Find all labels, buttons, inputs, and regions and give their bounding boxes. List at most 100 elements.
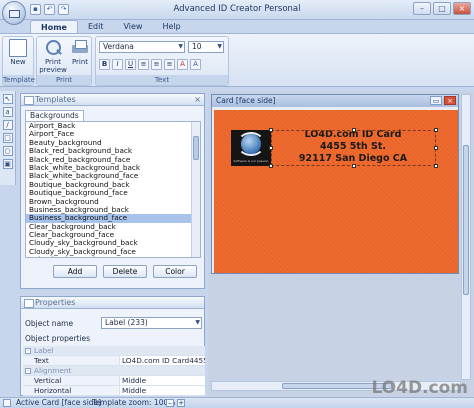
resize-handle[interactable]: [269, 164, 273, 168]
tab-help[interactable]: Help: [152, 20, 190, 34]
property-value[interactable]: LO4D.com ID Card4455 5th S: [119, 356, 205, 365]
new-label: New: [10, 58, 26, 66]
color-button[interactable]: Color: [153, 265, 197, 278]
delete-button[interactable]: Delete: [103, 265, 147, 278]
resize-handle[interactable]: [434, 146, 438, 150]
tab-backgrounds[interactable]: Backgrounds: [25, 110, 84, 121]
italic-button[interactable]: I: [112, 59, 123, 70]
scroll-thumb[interactable]: [463, 145, 469, 295]
chevron-down-icon: ▼: [195, 319, 200, 326]
underline-button[interactable]: U: [125, 59, 136, 70]
property-row[interactable]: Vertical Middle: [23, 376, 205, 386]
property-row[interactable]: Horizontal Middle: [23, 386, 205, 396]
pen-icon[interactable]: /: [2, 120, 13, 130]
print-preview-button[interactable]: Print preview: [39, 38, 67, 74]
image-icon[interactable]: ▣: [2, 159, 13, 169]
templates-panel: Templates × Backgrounds Airport_Back Airp…: [20, 93, 205, 289]
printer-icon: [71, 39, 89, 57]
refresh-arrows-icon: [237, 132, 265, 156]
card-close-button[interactable]: ×: [444, 96, 456, 105]
id-card-face[interactable]: Software is our passion LO4D.com ID Card…: [214, 110, 458, 273]
resize-handle[interactable]: [434, 164, 438, 168]
bold-button[interactable]: B: [99, 59, 110, 70]
print-group: Print preview Print Print: [36, 36, 92, 86]
backgrounds-list[interactable]: Airport_Back Airport_Face Beauty_backgroun…: [25, 121, 201, 258]
collapse-icon[interactable]: –: [25, 368, 31, 374]
maximize-button[interactable]: □: [433, 2, 451, 15]
property-grid[interactable]: –LabelTextLO4D.com ID Card4455 5th S–Ali…: [23, 346, 205, 396]
font-family-value: Verdana: [103, 42, 134, 51]
minimize-button[interactable]: –: [413, 2, 431, 15]
property-key: Alignment: [34, 366, 72, 375]
object-name-label: Object name: [25, 319, 74, 328]
templates-panel-header: Templates ×: [21, 94, 204, 106]
align-center-button[interactable]: ≡: [151, 59, 162, 70]
resize-handle[interactable]: [269, 128, 273, 132]
template-group: New Template: [2, 36, 35, 86]
card-window-controls: ▭ ×: [430, 96, 456, 105]
list-scrollbar[interactable]: [191, 122, 200, 257]
resize-handle[interactable]: [352, 164, 356, 168]
text-icon[interactable]: a: [2, 107, 13, 117]
template-group-label: Template: [3, 75, 35, 85]
ellipse-icon[interactable]: ○: [2, 146, 13, 156]
property-category[interactable]: – Label: [23, 346, 205, 356]
restore-button[interactable]: ▭: [430, 96, 442, 105]
status-bar: Active Card [face side] Template zoom: 1…: [0, 397, 474, 408]
font-size-value: 10: [192, 42, 202, 51]
list-item[interactable]: Color_background: [26, 255, 200, 257]
font-family-select[interactable]: Verdana ▼: [99, 41, 185, 53]
window-title: Advanced ID Creator Personal: [173, 4, 301, 14]
property-key: Vertical: [34, 376, 62, 385]
backgrounds-list-items: Airport_Back Airport_Face Beauty_backgroun…: [26, 122, 200, 257]
resize-handle[interactable]: [269, 146, 273, 150]
font-size-select[interactable]: 10 ▼: [188, 41, 224, 53]
window-controls: – □ ×: [413, 2, 471, 15]
card-logo-image[interactable]: Software is our passion: [231, 130, 271, 166]
object-name-value: Label (233): [105, 318, 148, 327]
object-properties-label: Object properties: [25, 334, 91, 343]
title-bar: ▪ ↶ ↷ Advanced ID Creator Personal – □ ×: [0, 0, 474, 25]
property-category[interactable]: – Alignment: [23, 366, 205, 376]
tab-edit[interactable]: Edit: [78, 20, 114, 34]
properties-panel-header: Properties: [21, 297, 204, 309]
resize-handle[interactable]: [434, 128, 438, 132]
property-key: Label: [34, 346, 54, 355]
property-value[interactable]: Middle: [119, 376, 205, 385]
active-card-status: Active Card [face side]: [16, 398, 102, 407]
tab-home[interactable]: Home: [30, 20, 78, 34]
card-window-title: Card [face side]: [216, 96, 276, 105]
property-row[interactable]: Text LO4D.com ID Card4455 5th S: [23, 356, 205, 366]
scroll-thumb[interactable]: [193, 136, 199, 160]
canvas-vertical-scrollbar[interactable]: [461, 94, 471, 380]
chevron-down-icon: ▼: [178, 43, 183, 50]
properties-panel-title: Properties: [35, 298, 76, 307]
highlight-button[interactable]: A: [190, 59, 201, 70]
zoom-out-button[interactable]: –: [166, 399, 174, 407]
text-group-label: Text: [96, 75, 228, 85]
object-name-select[interactable]: Label (233) ▼: [101, 317, 202, 329]
new-button[interactable]: New: [5, 38, 31, 66]
rectangle-icon[interactable]: □: [2, 133, 13, 143]
font-color-button[interactable]: A: [177, 59, 188, 70]
resize-handle[interactable]: [352, 128, 356, 132]
format-buttons: B I U ≡ ≡ ≡ A A: [99, 59, 201, 70]
property-value[interactable]: Middle: [119, 386, 205, 395]
add-button[interactable]: Add: [53, 265, 97, 278]
properties-panel: Properties Object name Label (233) ▼ Obj…: [20, 296, 205, 396]
magnifier-icon: [44, 39, 62, 57]
close-icon[interactable]: ×: [194, 94, 201, 105]
card-status-icon: [3, 399, 11, 407]
card-window: Card [face side] ▭ × Software is our pas…: [211, 94, 459, 274]
close-button[interactable]: ×: [453, 2, 471, 15]
application-menu-button[interactable]: [2, 1, 26, 25]
selection-box[interactable]: [271, 130, 436, 166]
tab-view[interactable]: View: [113, 20, 152, 34]
template-zoom-status: Template zoom: 100%: [92, 398, 176, 407]
align-right-button[interactable]: ≡: [164, 59, 175, 70]
align-left-button[interactable]: ≡: [138, 59, 149, 70]
zoom-in-button[interactable]: +: [177, 399, 185, 407]
print-button[interactable]: Print: [67, 38, 93, 66]
pointer-icon[interactable]: ↖: [2, 94, 13, 104]
collapse-icon[interactable]: –: [25, 348, 31, 354]
